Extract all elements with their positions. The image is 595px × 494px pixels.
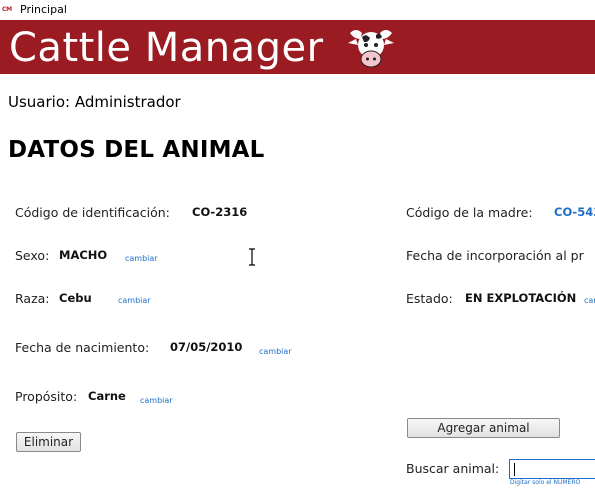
mother-label: Código de la madre: bbox=[406, 205, 533, 220]
search-input[interactable] bbox=[509, 459, 595, 479]
id-label: Código de identificación: bbox=[15, 205, 170, 220]
window-title: Principal bbox=[20, 3, 67, 16]
add-animal-button[interactable]: Agregar animal bbox=[407, 418, 560, 438]
birth-label: Fecha de nacimiento: bbox=[15, 340, 150, 355]
text-caret bbox=[514, 463, 515, 476]
cow-head-icon bbox=[348, 30, 394, 68]
status-label: Estado: bbox=[406, 291, 453, 306]
breed-label: Raza: bbox=[15, 291, 50, 306]
sex-value: MACHO bbox=[59, 248, 108, 262]
app-icon: CM bbox=[2, 6, 12, 13]
change-sex-link[interactable]: cambiar bbox=[125, 254, 158, 263]
id-value: CO-2316 bbox=[192, 205, 248, 219]
birth-value: 07/05/2010 bbox=[170, 340, 243, 354]
change-purpose-link[interactable]: cambiar bbox=[140, 396, 173, 405]
app-banner: Cattle Manager bbox=[0, 20, 595, 74]
change-breed-link[interactable]: cambiar bbox=[118, 296, 151, 305]
app-title: Cattle Manager bbox=[9, 25, 324, 71]
purpose-value: Carne bbox=[88, 389, 126, 403]
status-value: EN EXPLOTACIÓN bbox=[465, 291, 577, 305]
section-title: DATOS DEL ANIMAL bbox=[8, 137, 265, 163]
search-label: Buscar animal: bbox=[406, 461, 500, 476]
mother-value[interactable]: CO-543 bbox=[554, 205, 595, 219]
sex-label: Sexo: bbox=[15, 248, 50, 263]
delete-button[interactable]: Eliminar bbox=[16, 432, 81, 452]
search-hint: Digitar solo el NUMERO bbox=[510, 479, 581, 486]
ibeam-cursor-icon bbox=[249, 248, 255, 266]
window-titlebar: CM Principal bbox=[0, 0, 595, 20]
breed-value: Cebu bbox=[59, 291, 92, 305]
incorporation-label: Fecha de incorporación al pr bbox=[406, 248, 584, 263]
purpose-label: Propósito: bbox=[15, 389, 78, 404]
current-user: Usuario: Administrador bbox=[8, 93, 181, 111]
change-birth-link[interactable]: cambiar bbox=[259, 347, 292, 356]
change-status-link[interactable]: cam bbox=[584, 296, 595, 305]
